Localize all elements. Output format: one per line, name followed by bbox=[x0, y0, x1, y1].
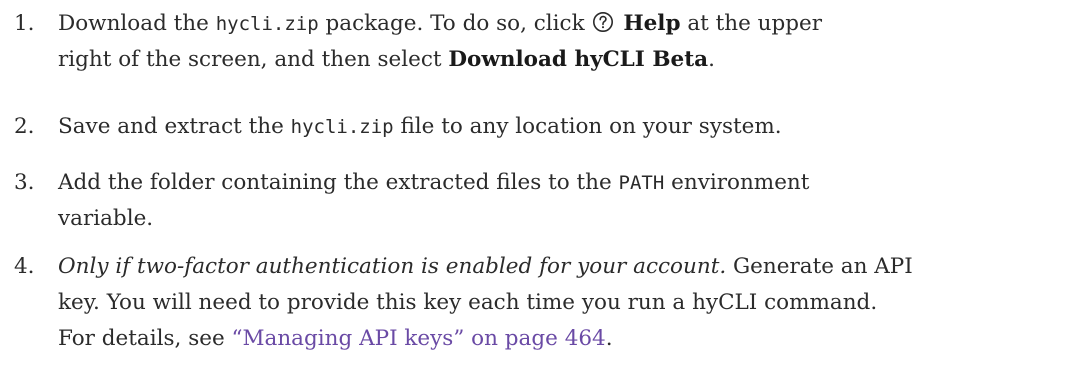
step-2: 2. Save and extract the hycli.zip file t… bbox=[0, 109, 782, 145]
step-4: 4. Only if two-factor authentication is … bbox=[0, 249, 913, 357]
step-1-line-2: right of the screen, and then select Dow… bbox=[58, 47, 715, 72]
step-2-line-1: Save and extract the hycli.zip file to a… bbox=[58, 114, 782, 139]
step-number: 3. bbox=[14, 170, 35, 195]
step-4-line-2: key. You will need to provide this key e… bbox=[58, 290, 878, 315]
step-4-line-3: For details, see “Managing API keys” on … bbox=[58, 326, 613, 351]
managing-api-keys-link[interactable]: “Managing API keys” on page 464 bbox=[232, 326, 606, 351]
download-menu-label: Download hyCLI Beta bbox=[448, 47, 709, 72]
step-1-line-1: Download the hycli.zip package. To do so… bbox=[58, 11, 823, 36]
path-variable-code: PATH bbox=[618, 172, 665, 194]
step-3-line-1: Add the folder containing the extracted … bbox=[58, 170, 810, 195]
filename-code: hycli.zip bbox=[215, 13, 319, 35]
help-circle-icon bbox=[592, 11, 614, 33]
step-number: 2. bbox=[14, 114, 35, 139]
step-4-line-1: Only if two-factor authentication is ena… bbox=[58, 254, 913, 279]
step-3: 3. Add the folder containing the extract… bbox=[0, 165, 809, 237]
filename-code: hycli.zip bbox=[290, 116, 394, 138]
condition-note: Only if two-factor authentication is ena… bbox=[58, 254, 727, 279]
step-number: 4. bbox=[14, 254, 35, 279]
help-menu-label: Help bbox=[623, 11, 681, 36]
step-3-line-2: variable. bbox=[58, 206, 154, 231]
step-number: 1. bbox=[14, 11, 35, 36]
step-1: 1. Download the hycli.zip package. To do… bbox=[0, 6, 822, 78]
